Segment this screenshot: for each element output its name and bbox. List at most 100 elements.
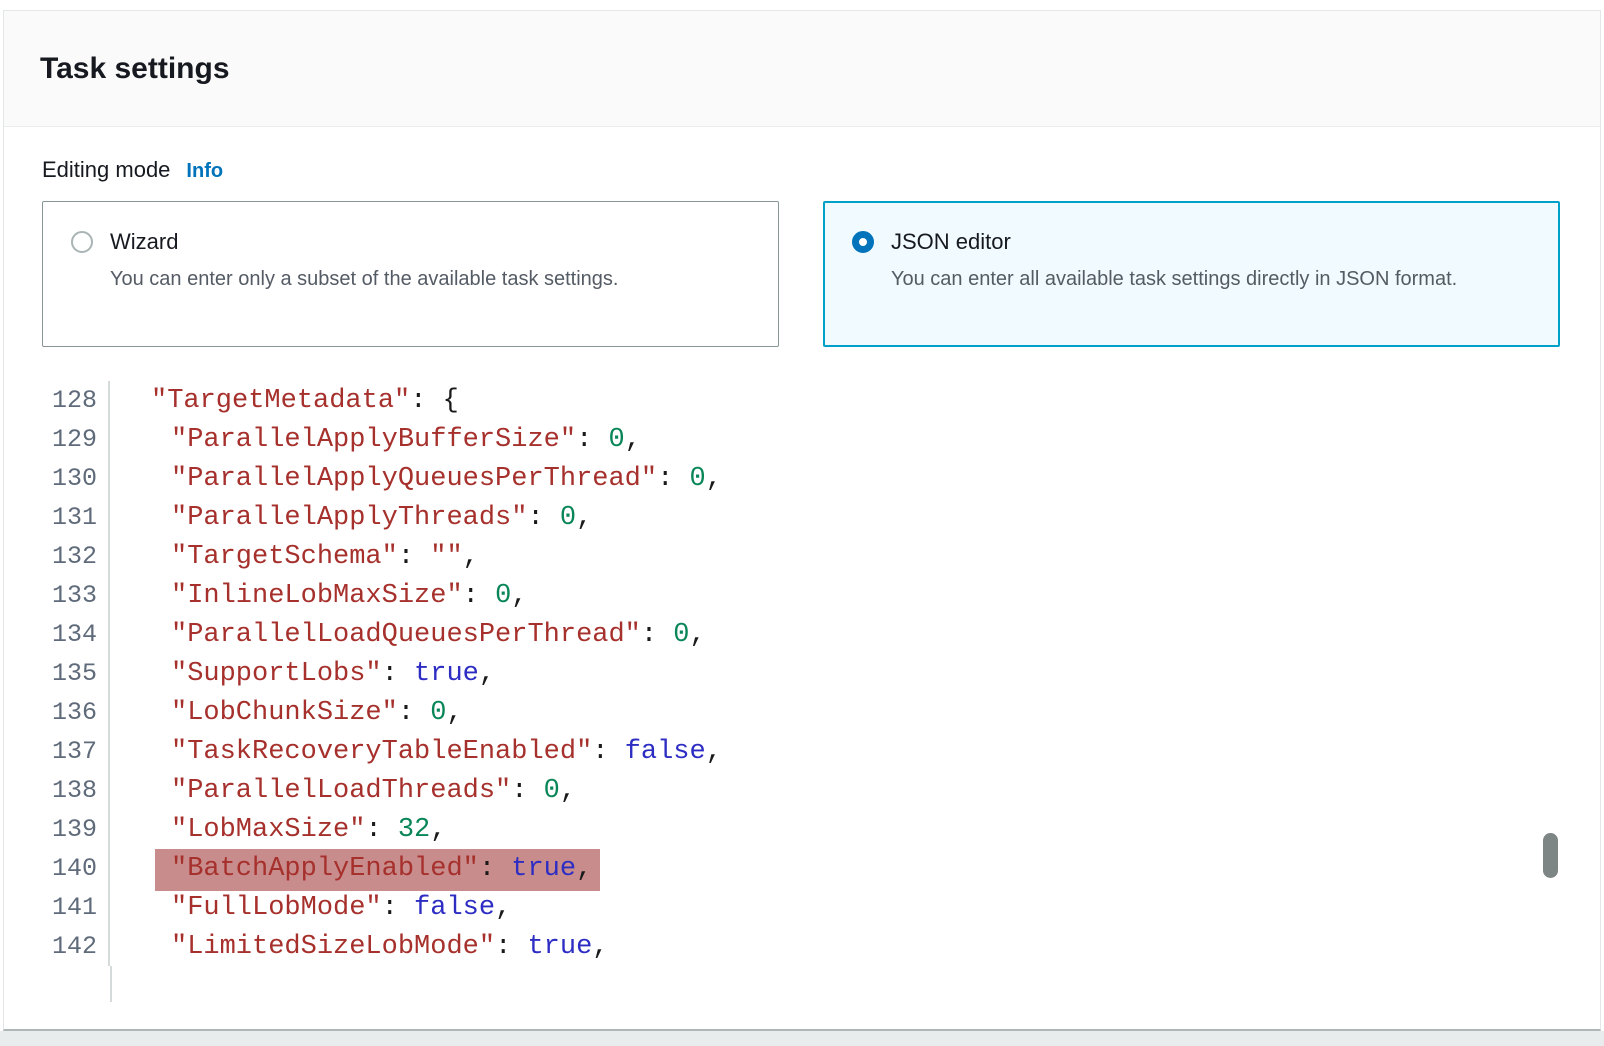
token-punc: : <box>495 932 527 962</box>
token-key: "BatchApplyEnabled" <box>171 854 479 884</box>
line-number: 142 <box>42 927 110 966</box>
token-key: "ParallelLoadQueuesPerThread" <box>171 620 641 650</box>
code-line[interactable]: 139"LobMaxSize": 32, <box>42 810 1560 849</box>
code-line[interactable]: 141"FullLobMode": false, <box>42 888 1560 927</box>
line-number: 129 <box>42 420 110 459</box>
json-editor-option-label: JSON editor <box>891 228 1457 256</box>
code-line[interactable]: 135"SupportLobs": true, <box>42 654 1560 693</box>
token-num: 0 <box>608 425 624 455</box>
token-bool: true <box>511 854 576 884</box>
code-text: "ParallelLoadQueuesPerThread": 0, <box>110 620 706 650</box>
token-num: 32 <box>398 815 430 845</box>
code-text: "ParallelLoadThreads": 0, <box>110 776 576 806</box>
token-punc: , <box>706 737 722 767</box>
token-punc: : { <box>410 386 459 416</box>
json-editor-content[interactable]: 128"TargetMetadata": {129"ParallelApplyB… <box>42 381 1560 1002</box>
token-num: 0 <box>544 776 560 806</box>
line-number: 132 <box>42 537 110 576</box>
token-num: 0 <box>690 464 706 494</box>
code-text: "LimitedSizeLobMode": true, <box>110 932 608 962</box>
code-line[interactable]: 133"InlineLobMaxSize": 0, <box>42 576 1560 615</box>
code-line[interactable]: 142"LimitedSizeLobMode": true, <box>42 927 1560 966</box>
token-punc: , <box>446 698 462 728</box>
token-punc: : <box>479 854 511 884</box>
info-link[interactable]: Info <box>186 160 223 183</box>
code-text: "TaskRecoveryTableEnabled": false, <box>110 737 722 767</box>
json-editor-option-description: You can enter all available task setting… <box>891 264 1457 294</box>
token-key: "InlineLobMaxSize" <box>171 581 463 611</box>
page: Task settings Editing mode Info Wizard Y… <box>0 0 1604 1046</box>
token-punc: , <box>495 893 511 923</box>
json-editor-radio-button[interactable] <box>852 231 874 253</box>
vertical-scrollbar-thumb[interactable] <box>1543 833 1558 878</box>
token-num: 0 <box>430 698 446 728</box>
code-line[interactable]: 129"ParallelApplyBufferSize": 0, <box>42 420 1560 459</box>
code-line[interactable]: 137"TaskRecoveryTableEnabled": false, <box>42 732 1560 771</box>
code-text: "BatchApplyEnabled": true, <box>110 854 600 884</box>
code-line[interactable]: 130"ParallelApplyQueuesPerThread": 0, <box>42 459 1560 498</box>
token-key: "LimitedSizeLobMode" <box>171 932 495 962</box>
line-number: 141 <box>42 888 110 927</box>
token-punc: , <box>430 815 446 845</box>
line-number: 131 <box>42 498 110 537</box>
tile-text: JSON editor You can enter all available … <box>891 228 1457 294</box>
token-punc: : <box>382 659 414 689</box>
token-punc: : <box>641 620 673 650</box>
line-number: 136 <box>42 693 110 732</box>
code-line[interactable]: 128"TargetMetadata": { <box>42 381 1560 420</box>
code-line[interactable]: 131"ParallelApplyThreads": 0, <box>42 498 1560 537</box>
code-text: "LobChunkSize": 0, <box>110 698 463 728</box>
code-text: "TargetSchema": "", <box>110 542 479 572</box>
token-punc: : <box>592 737 624 767</box>
token-punc: : <box>365 815 397 845</box>
token-punc: , <box>625 425 641 455</box>
code-text: "ParallelApplyThreads": 0, <box>110 503 592 533</box>
token-key: "SupportLobs" <box>171 659 382 689</box>
token-punc: : <box>657 464 689 494</box>
token-punc: , <box>479 659 495 689</box>
editing-mode-options: Wizard You can enter only a subset of th… <box>42 201 1560 347</box>
wizard-radio-button[interactable] <box>71 231 93 253</box>
line-number: 138 <box>42 771 110 810</box>
wizard-option-description: You can enter only a subset of the avail… <box>110 264 618 294</box>
radio-tile-json-editor[interactable]: JSON editor You can enter all available … <box>823 201 1560 347</box>
code-line[interactable]: 136"LobChunkSize": 0, <box>42 693 1560 732</box>
token-punc: , <box>592 932 608 962</box>
code-line[interactable]: 140"BatchApplyEnabled": true, <box>42 849 1560 888</box>
code-text: "TargetMetadata": { <box>110 386 459 416</box>
radio-tile-wizard[interactable]: Wizard You can enter only a subset of th… <box>42 201 779 347</box>
token-key: "FullLobMode" <box>171 893 382 923</box>
search-highlight: "BatchApplyEnabled": true, <box>155 849 600 891</box>
token-bool: false <box>625 737 706 767</box>
code-line[interactable]: 134"ParallelLoadQueuesPerThread": 0, <box>42 615 1560 654</box>
token-key: "TaskRecoveryTableEnabled" <box>171 737 592 767</box>
token-key: "LobChunkSize" <box>171 698 398 728</box>
token-punc: , <box>511 581 527 611</box>
code-text: "LobMaxSize": 32, <box>110 815 446 845</box>
token-punc: , <box>576 854 592 884</box>
token-num: 0 <box>560 503 576 533</box>
token-key: "TargetSchema" <box>171 542 398 572</box>
code-text: "ParallelApplyQueuesPerThread": 0, <box>110 464 722 494</box>
token-punc: : <box>527 503 559 533</box>
token-bool: false <box>414 893 495 923</box>
token-key: "ParallelApplyQueuesPerThread" <box>171 464 657 494</box>
token-str: "" <box>430 542 462 572</box>
token-key: "LobMaxSize" <box>171 815 365 845</box>
line-number: 137 <box>42 732 110 771</box>
code-line[interactable]: 138"ParallelLoadThreads": 0, <box>42 771 1560 810</box>
token-num: 0 <box>673 620 689 650</box>
token-key: "ParallelApplyThreads" <box>171 503 527 533</box>
token-punc: , <box>706 464 722 494</box>
line-number: 139 <box>42 810 110 849</box>
tile-text: Wizard You can enter only a subset of th… <box>110 228 618 294</box>
panel-header: Task settings <box>4 11 1600 127</box>
token-punc: : <box>398 542 430 572</box>
panel-body: Editing mode Info Wizard You can enter o… <box>4 127 1600 1026</box>
page-bottom-divider <box>0 1031 1604 1046</box>
editing-mode-row: Editing mode Info <box>42 157 1560 183</box>
line-number: 134 <box>42 615 110 654</box>
code-line[interactable]: 132"TargetSchema": "", <box>42 537 1560 576</box>
line-number: 133 <box>42 576 110 615</box>
editing-mode-label: Editing mode <box>42 157 170 183</box>
